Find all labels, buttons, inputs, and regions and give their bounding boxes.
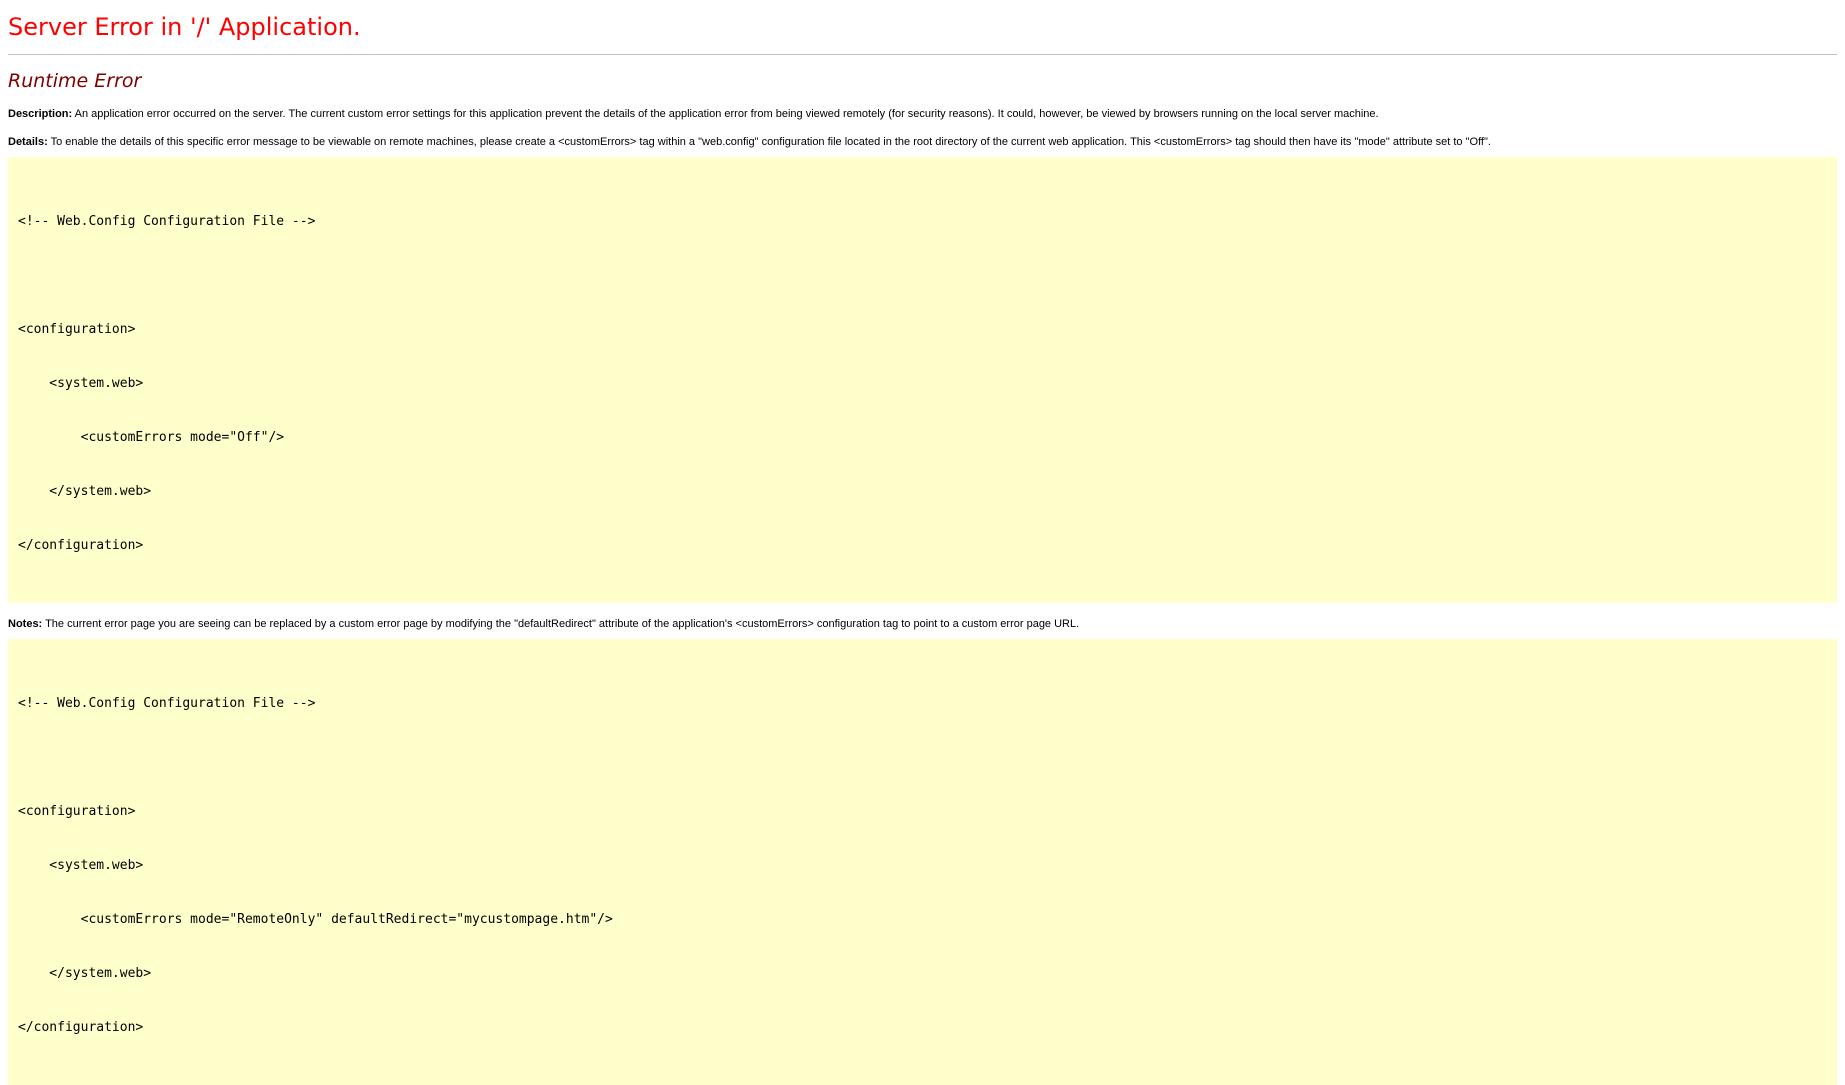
notes-paragraph: Notes: The current error page you are se… — [8, 617, 1837, 631]
details-paragraph: Details: To enable the details of this s… — [8, 135, 1837, 149]
error-page: Server Error in '/' Application. Runtime… — [0, 0, 1845, 1085]
code-line: </configuration> — [18, 1020, 144, 1035]
details-label: Details: — [8, 136, 48, 148]
config-code-block-remoteonly: <!-- Web.Config Configuration File --> <… — [8, 639, 1837, 1085]
config-code-block-off: <!-- Web.Config Configuration File --> <… — [8, 157, 1837, 603]
code-line: </system.web> — [18, 966, 152, 981]
code-line: <customErrors mode="Off"/> — [18, 430, 285, 445]
code-line: <customErrors mode="RemoteOnly" defaultR… — [18, 912, 613, 927]
code-line: <!-- Web.Config Configuration File --> — [18, 696, 316, 711]
error-type-heading: Runtime Error — [8, 70, 142, 92]
code-line: </system.web> — [18, 484, 152, 499]
title-divider — [8, 54, 1837, 55]
code-line: </configuration> — [18, 538, 144, 553]
description-paragraph: Description: An application error occurr… — [8, 107, 1837, 121]
code-line: <configuration> — [18, 804, 136, 819]
details-text: To enable the details of this specific e… — [47, 136, 1491, 148]
page-title: Server Error in '/' Application. — [8, 13, 361, 41]
description-text: An application error occurred on the ser… — [72, 108, 1379, 120]
notes-text: The current error page you are seeing ca… — [42, 618, 1080, 630]
code-line: <configuration> — [18, 322, 136, 337]
notes-label: Notes: — [8, 618, 43, 630]
description-label: Description: — [8, 108, 73, 120]
code-line: <system.web> — [18, 858, 144, 873]
code-line: <system.web> — [18, 376, 144, 391]
code-line: <!-- Web.Config Configuration File --> — [18, 214, 316, 229]
